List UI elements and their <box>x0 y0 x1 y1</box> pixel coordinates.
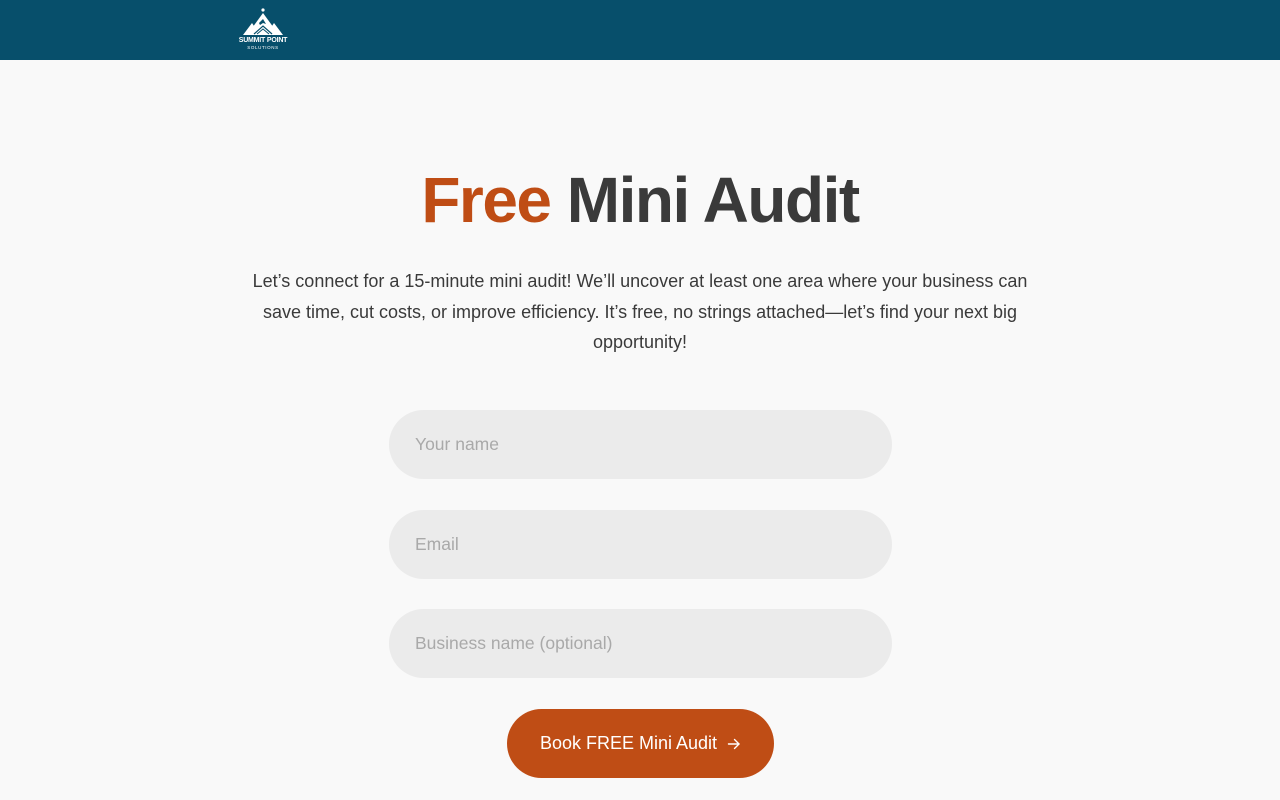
intro-text: Let’s connect for a 15-minute mini audit… <box>252 271 1028 352</box>
business-name-input[interactable] <box>389 609 892 678</box>
mountain-logo-icon <box>243 8 283 35</box>
brand-name: SUMMIT POINT <box>238 37 288 44</box>
title-rest: Mini Audit <box>566 164 860 236</box>
brand-logo[interactable]: SUMMIT POINT SOLUTIONS <box>234 7 292 53</box>
name-input[interactable] <box>389 410 892 479</box>
book-audit-label: Book FREE Mini Audit <box>539 733 718 753</box>
brand-tagline: SOLUTIONS <box>247 45 279 50</box>
book-audit-button[interactable]: Book FREE Mini Audit <box>507 709 774 778</box>
arrow-right-icon <box>727 738 740 749</box>
page-title: Free Mini Audit <box>0 162 1280 238</box>
email-input[interactable] <box>389 510 892 579</box>
site-header: SUMMIT POINT SOLUTIONS <box>0 0 1280 60</box>
title-accent: Free <box>421 164 552 236</box>
